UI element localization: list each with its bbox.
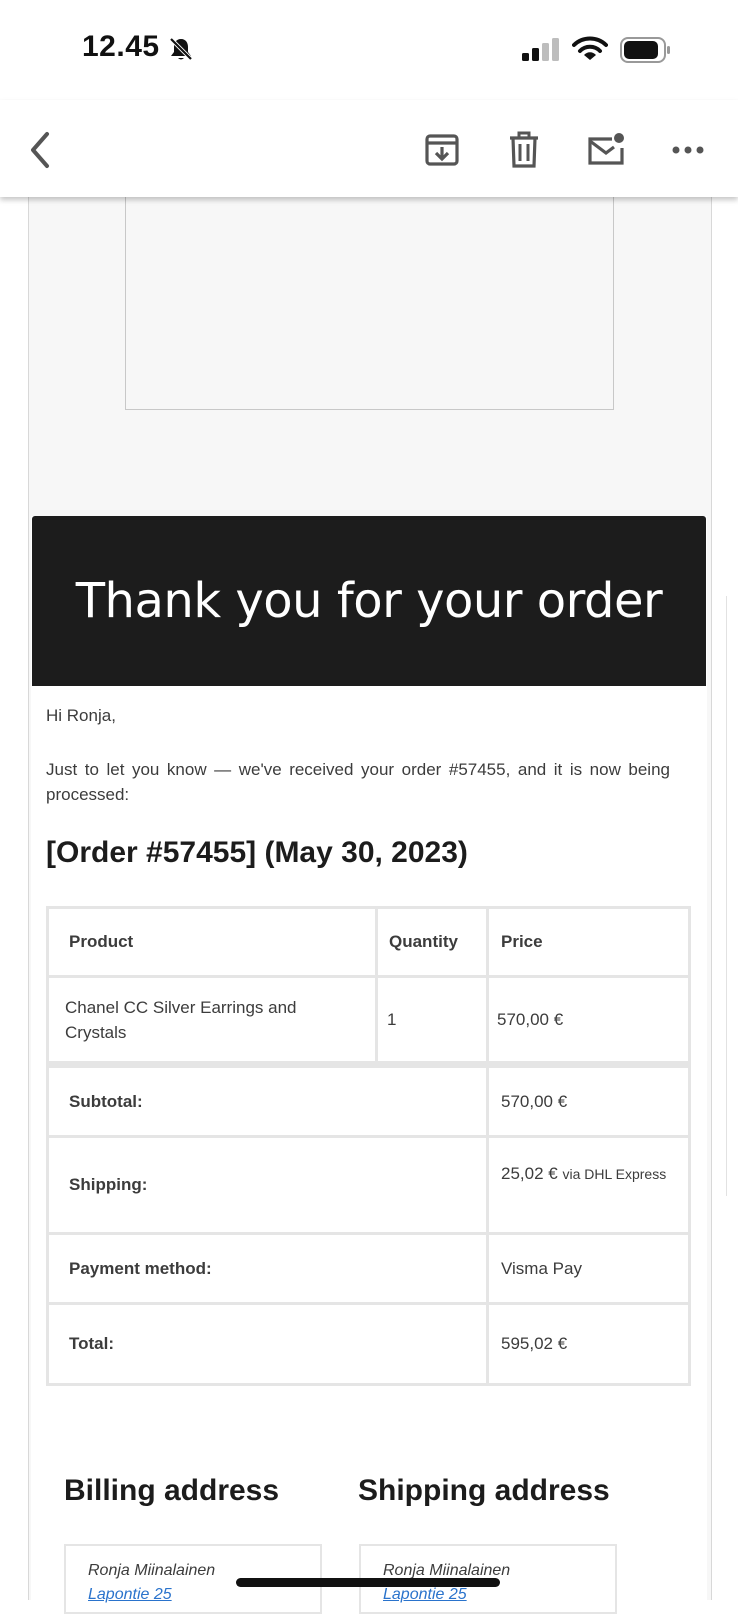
item-price: 570,00 € xyxy=(497,1009,564,1029)
greeting-text: Hi Ronja, xyxy=(46,706,116,725)
shipping-label: Shipping: xyxy=(69,1175,148,1194)
more-icon xyxy=(672,146,704,154)
back-chevron-icon xyxy=(31,132,49,168)
billing-address-heading: Billing address xyxy=(64,1474,280,1507)
table-divider xyxy=(375,909,378,1064)
shipping-method: via DHL Express xyxy=(562,1166,667,1182)
more-options-button[interactable] xyxy=(666,128,710,172)
trash-icon xyxy=(510,131,538,168)
total-value: 595,02 € xyxy=(501,1334,568,1353)
email-image-placeholder xyxy=(125,197,614,410)
shipping-value: 25,02 € xyxy=(501,1164,558,1183)
scrollbar[interactable] xyxy=(726,596,735,1196)
billing-street-link[interactable]: Lapontie 25 xyxy=(88,1586,172,1604)
email-header-banner: Thank you for your order xyxy=(32,516,706,686)
mark-unread-button[interactable] xyxy=(584,128,628,172)
table-header-quantity: Quantity xyxy=(389,932,458,951)
order-heading: [Order #57455] (May 30, 2023) xyxy=(46,836,468,869)
item-quantity: 1 xyxy=(387,1009,397,1029)
shipping-street-link[interactable]: Lapontie 25 xyxy=(383,1586,467,1604)
table-divider xyxy=(49,1061,688,1068)
archive-icon xyxy=(425,134,459,166)
cellular-signal-icon xyxy=(522,38,562,67)
wifi-icon xyxy=(572,36,608,67)
shipping-address-heading: Shipping address xyxy=(358,1474,610,1507)
status-bar: 12.45 xyxy=(0,0,738,100)
back-button[interactable] xyxy=(18,128,62,172)
home-indicator[interactable] xyxy=(236,1578,500,1587)
table-divider xyxy=(486,909,489,1383)
mark-unread-icon xyxy=(588,133,624,165)
billing-name: Ronja Miinalainen xyxy=(88,1562,216,1579)
total-label: Total: xyxy=(69,1334,115,1353)
table-header-price: Price xyxy=(501,932,543,951)
email-toolbar xyxy=(0,100,738,197)
shipping-value-cell: 25,02 € via DHL Express xyxy=(501,1138,681,1232)
delete-button[interactable] xyxy=(502,128,546,172)
status-time: 12.45 xyxy=(82,30,160,63)
intro-text: Just to let you know — we've received yo… xyxy=(46,760,670,804)
table-header-product: Product xyxy=(69,932,134,951)
payment-method-value: Visma Pay xyxy=(501,1258,582,1278)
payment-method-label: Payment method: xyxy=(69,1258,212,1278)
archive-button[interactable] xyxy=(420,128,464,172)
subtotal-value: 570,00 € xyxy=(501,1091,568,1111)
subtotal-label: Subtotal: xyxy=(69,1091,143,1111)
email-header-title: Thank you for your order xyxy=(75,573,663,629)
order-table: Product Quantity Price Chanel CC Silver … xyxy=(46,906,691,1386)
battery-icon xyxy=(620,37,672,68)
bell-off-icon xyxy=(168,36,194,67)
item-product-name: Chanel CC Silver Earrings and Crystals xyxy=(65,997,297,1042)
